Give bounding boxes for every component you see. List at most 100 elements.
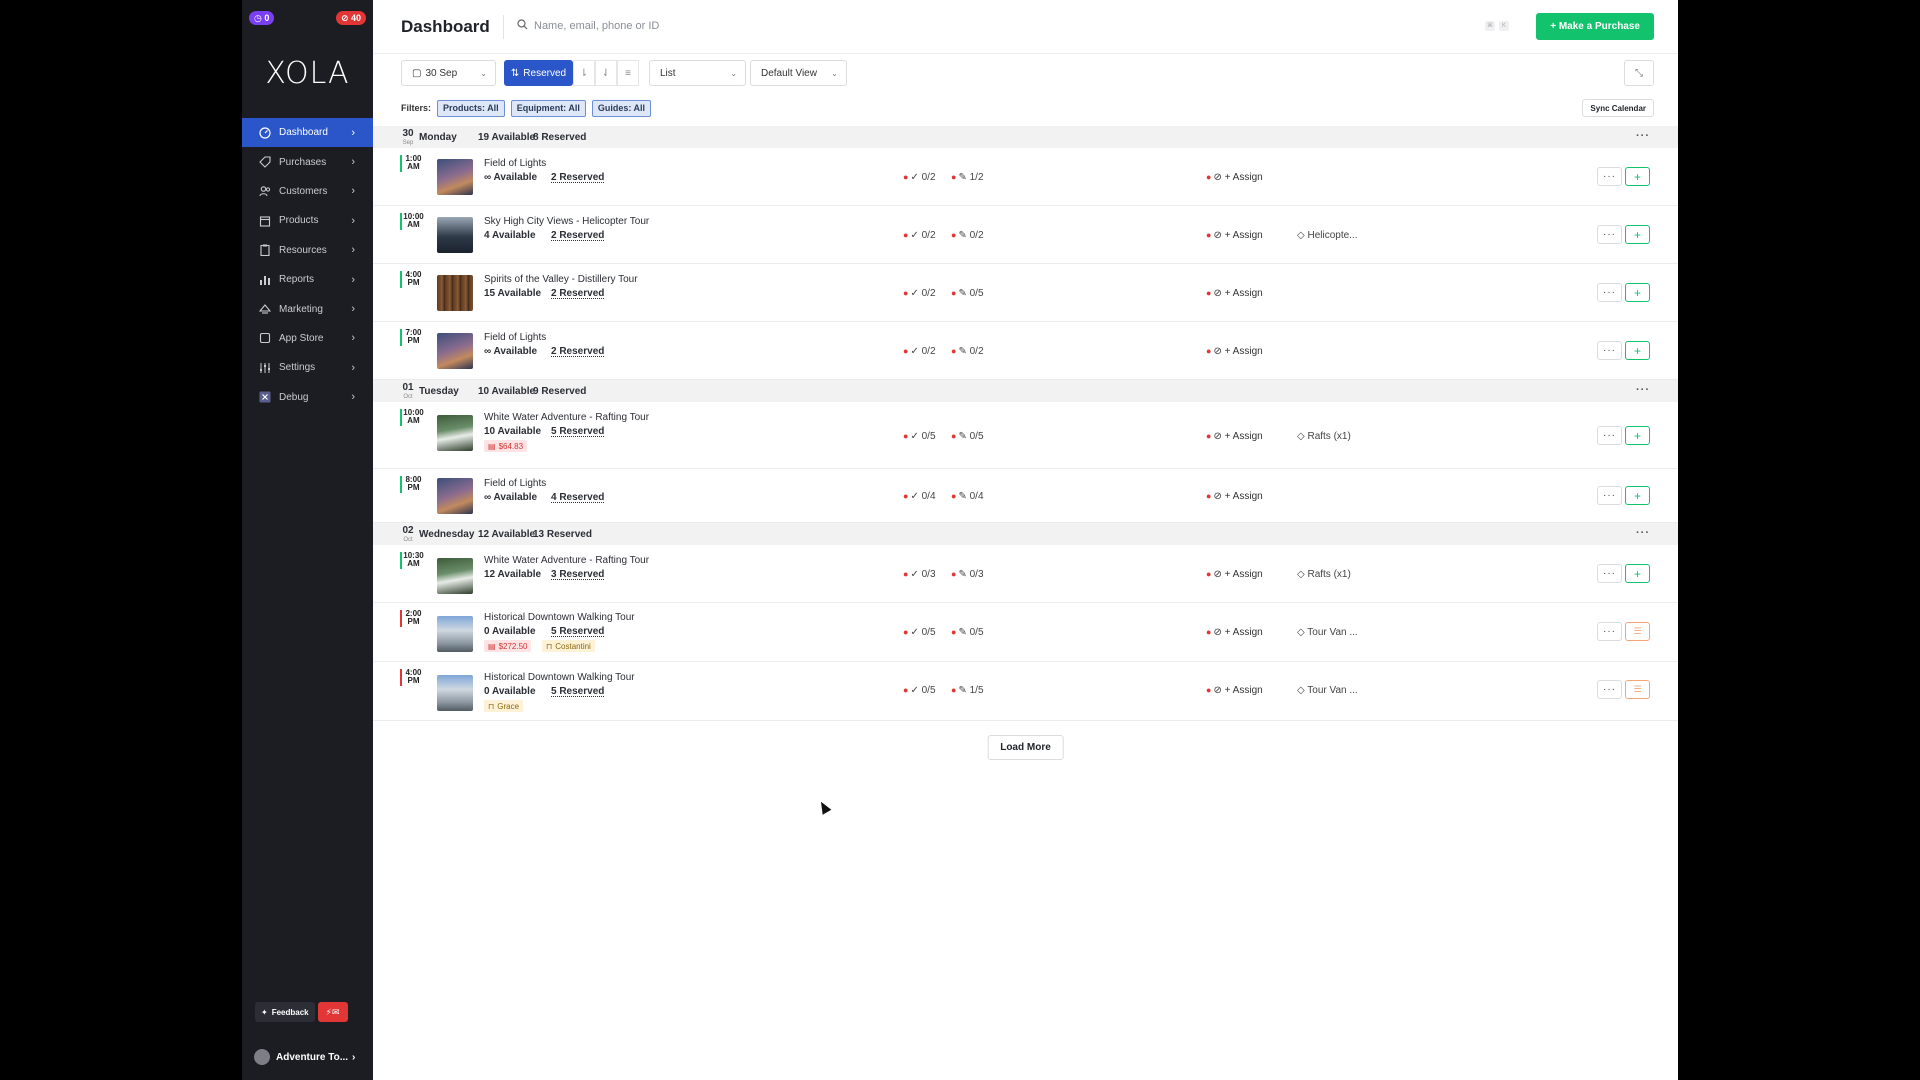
event-reserved[interactable]: 3 Reserved [551,569,604,580]
event-row[interactable]: 10:00 AM White Water Adventure - Rafting… [373,402,1678,469]
event-title[interactable]: Sky High City Views - Helicopter Tour [484,216,649,227]
waitlist-button[interactable]: ☰ [1625,680,1650,699]
more-options-button[interactable]: ··· [1597,225,1622,244]
account-menu[interactable]: Adventure To... › [254,1049,355,1065]
collapse-button[interactable]: ⤡ [1624,60,1654,86]
event-row[interactable]: 4:00 PM Spirits of the Valley - Distille… [373,264,1678,322]
assign-guide-button[interactable]: ● ⊘ + Assign [1206,627,1263,638]
event-title[interactable]: Spirits of the Valley - Distillery Tour [484,274,638,285]
waitlist-button[interactable]: ☰ [1625,622,1650,641]
sidebar-item-purchases[interactable]: Purchases › [242,147,373,176]
view-type-select[interactable]: List ⌄ [649,60,746,86]
date-picker[interactable]: ▢ 30 Sep ⌄ [401,60,496,86]
event-title[interactable]: Historical Downtown Walking Tour [484,672,635,683]
sidebar-item-marketing[interactable]: Marketing › [242,294,373,323]
alert-badge[interactable]: ⊘ 40 [335,11,366,25]
event-title[interactable]: Field of Lights [484,478,546,489]
assign-guide-button[interactable]: ● ⊘ + Assign [1206,172,1263,183]
add-booking-button[interactable]: + [1625,341,1650,360]
more-options-button[interactable]: ··· [1597,341,1622,360]
search-input[interactable] [534,20,834,32]
assign-guide-button[interactable]: ● ⊘ + Assign [1206,569,1263,580]
sync-calendar-button[interactable]: Sync Calendar [1582,99,1654,117]
reserved-toggle[interactable]: ⇅ Reserved [504,60,573,86]
sidebar-item-app-store[interactable]: App Store › [242,324,373,353]
event-reserved[interactable]: 5 Reserved [551,426,604,437]
event-row[interactable]: 7:00 PM Field of Lights ∞ Available 2 Re… [373,322,1678,380]
filter-products[interactable]: Products: All [437,99,505,117]
more-options-button[interactable]: ··· [1597,167,1622,186]
add-booking-button[interactable]: + [1625,225,1650,244]
sidebar-item-reports[interactable]: Reports › [242,265,373,294]
sidebar-item-settings[interactable]: Settings › [242,353,373,382]
add-booking-button[interactable]: + [1625,167,1650,186]
event-row[interactable]: 1:00 AM Field of Lights ∞ Available 2 Re… [373,148,1678,206]
filter-guides[interactable]: Guides: All [591,99,652,117]
view-name-select[interactable]: Default View ⌄ [750,60,847,86]
lock-icon: ⊓ [488,701,495,711]
sidebar-item-products[interactable]: Products › [242,206,373,235]
add-booking-button[interactable]: + [1625,426,1650,445]
event-title[interactable]: Field of Lights [484,158,546,169]
more-options-button[interactable]: ··· [1597,680,1622,699]
assign-guide-button[interactable]: ● ⊘ + Assign [1206,685,1263,696]
sidebar-item-debug[interactable]: Debug › [242,383,373,412]
sort-alt-button[interactable]: ≡ [617,60,639,86]
feedback-button[interactable]: ✦ Feedback [255,1002,315,1022]
logo[interactable]: XOLA [242,56,373,91]
equipment-label[interactable]: ◇ Helicopte... [1297,230,1358,241]
more-options-button[interactable]: ··· [1597,486,1622,505]
event-row[interactable]: 4:00 PM Historical Downtown Walking Tour… [373,662,1678,721]
equipment-label[interactable]: ◇ Tour Van ... [1297,685,1358,696]
event-reserved[interactable]: 2 Reserved [551,288,604,299]
sort-desc-button[interactable]: ⇃ [595,60,617,86]
more-options-button[interactable]: ··· [1597,622,1622,641]
make-purchase-button[interactable]: + Make a Purchase [1536,13,1654,40]
load-more-button[interactable]: Load More [987,735,1064,760]
add-booking-button[interactable]: + [1625,564,1650,583]
event-reserved[interactable]: 5 Reserved [551,686,604,697]
event-reserved[interactable]: 4 Reserved [551,492,604,503]
equipment-label[interactable]: ◇ Rafts (x1) [1297,431,1351,442]
event-reserved[interactable]: 2 Reserved [551,172,604,183]
event-reserved[interactable]: 5 Reserved [551,626,604,637]
assign-guide-button[interactable]: ● ⊘ + Assign [1206,346,1263,357]
event-title[interactable]: Field of Lights [484,332,546,343]
sidebar-item-customers[interactable]: Customers › [242,177,373,206]
sidebar-item-dashboard[interactable]: Dashboard › [242,118,373,148]
event-title[interactable]: Historical Downtown Walking Tour [484,612,635,623]
day-more-icon[interactable]: ··· [1636,384,1650,396]
event-title[interactable]: White Water Adventure - Rafting Tour [484,412,649,423]
day-more-icon[interactable]: ··· [1636,527,1650,539]
filter-equipment[interactable]: Equipment: All [510,99,586,117]
event-reserved[interactable]: 2 Reserved [551,230,604,241]
check-icon: ✓ [910,172,922,183]
more-options-button[interactable]: ··· [1597,564,1622,583]
more-options-button[interactable]: ··· [1597,426,1622,445]
event-reserved[interactable]: 2 Reserved [551,346,604,357]
equipment-label[interactable]: ◇ Rafts (x1) [1297,569,1351,580]
event-row[interactable]: 8:00 PM Field of Lights ∞ Available 4 Re… [373,469,1678,523]
assign-guide-button[interactable]: ● ⊘ + Assign [1206,491,1263,502]
assign-guide-button[interactable]: ● ⊘ + Assign [1206,431,1263,442]
event-available: 0 Available [484,626,536,637]
sidebar-item-resources[interactable]: Resources › [242,236,373,265]
assign-guide-button[interactable]: ● ⊘ + Assign [1206,288,1263,299]
checkin-count: ● ✓ 0/5 [903,685,936,696]
sort-asc-button[interactable]: ⇂ [573,60,595,86]
alert-count: 40 [350,13,361,23]
event-row[interactable]: 10:30 AM White Water Adventure - Rafting… [373,545,1678,603]
price-badge: ▤ $64.83 [484,440,528,452]
event-title[interactable]: White Water Adventure - Rafting Tour [484,555,649,566]
add-booking-button[interactable]: + [1625,486,1650,505]
more-options-button[interactable]: ··· [1597,283,1622,302]
event-row[interactable]: 2:00 PM Historical Downtown Walking Tour… [373,603,1678,662]
sidebar-item-label: Marketing [279,303,323,315]
notification-badge[interactable]: ◷ 0 [249,11,275,25]
assign-guide-button[interactable]: ● ⊘ + Assign [1206,230,1263,241]
add-booking-button[interactable]: + [1625,283,1650,302]
support-button[interactable]: ⚡✉ [317,1002,348,1022]
equipment-label[interactable]: ◇ Tour Van ... [1297,627,1358,638]
event-row[interactable]: 10:00 AM Sky High City Views - Helicopte… [373,206,1678,264]
day-more-icon[interactable]: ··· [1636,130,1650,142]
